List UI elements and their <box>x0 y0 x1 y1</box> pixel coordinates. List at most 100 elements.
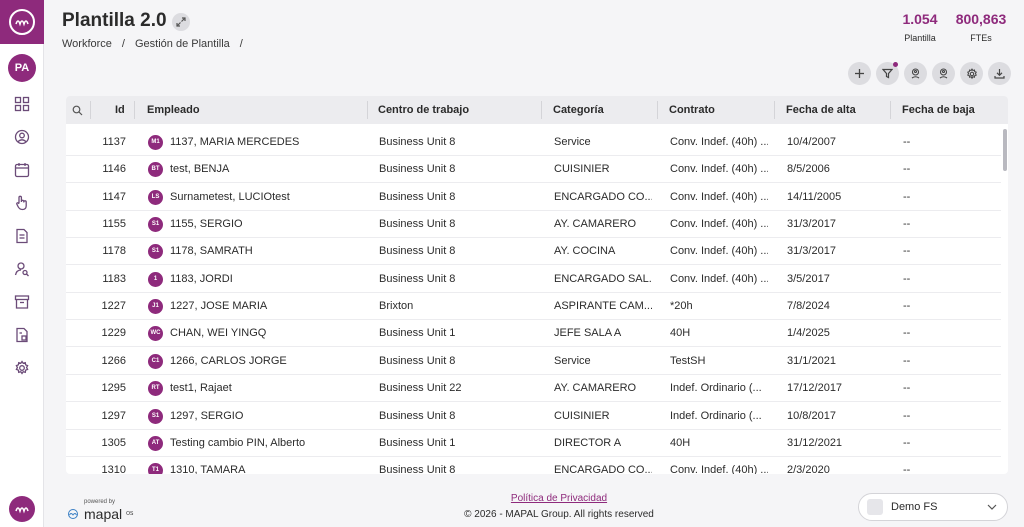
cell-centro: Brixton <box>379 300 414 313</box>
document-icon[interactable] <box>12 226 32 246</box>
table-row[interactable]: T1 1310 1310, TAMARA Business Unit 8 ENCARGA… <box>66 457 1001 474</box>
table-row[interactable]: C1 1266 1266, CARLOS JORGE Business Unit 8 S… <box>66 348 1001 375</box>
breadcrumb-workforce[interactable]: Workforce <box>62 38 112 50</box>
cell-empleado: 1297, SERGIO <box>170 409 244 422</box>
cell-contrato: TestSH <box>670 354 706 367</box>
cell-fecha-alta: 31/12/2021 <box>787 436 843 449</box>
table-scrollbar[interactable] <box>1003 129 1007 171</box>
user-circle-icon[interactable] <box>12 127 32 147</box>
cell-fecha-baja: -- <box>903 163 911 176</box>
cell-categoria: ENCARGADO CO... <box>554 190 652 203</box>
location-person-alt-icon <box>939 68 948 79</box>
location-person-button[interactable] <box>904 62 927 85</box>
add-button[interactable] <box>848 62 871 85</box>
column-separator <box>774 101 775 119</box>
cell-empleado: test1, Rajaet <box>170 382 232 395</box>
cell-contrato: *20h <box>670 300 693 313</box>
employee-avatar: AT <box>148 435 163 451</box>
cell-fecha-alta: 17/12/2017 <box>787 382 843 395</box>
column-header-centro[interactable]: Centro de trabajo <box>378 96 469 124</box>
location-person-alt-button[interactable] <box>932 62 955 85</box>
breadcrumb-gestion[interactable]: Gestión de Plantilla <box>135 38 230 50</box>
table-row[interactable]: LS 1147 Surnametest, LUCIOtest Business Uni… <box>66 184 1001 211</box>
cell-centro: Business Unit 22 <box>379 382 462 395</box>
cell-id: 1183 <box>102 272 126 285</box>
settings-icon[interactable] <box>12 358 32 378</box>
dashboard-icon[interactable] <box>12 94 32 114</box>
stat-plantilla-label: Plantilla <box>904 33 936 43</box>
cell-empleado: Testing cambio PIN, Alberto <box>170 436 306 449</box>
employee-avatar: M1 <box>148 135 163 150</box>
search-icon[interactable] <box>72 97 83 125</box>
column-separator <box>890 101 891 119</box>
column-header-contrato[interactable]: Contrato <box>669 96 715 124</box>
add-icon <box>855 69 864 78</box>
table-row[interactable]: M1 1137 1137, MARIA MERCEDES Business Unit … <box>66 129 1001 156</box>
cell-fecha-alta: 31/3/2017 <box>787 245 836 258</box>
table-row[interactable]: 1 1183 1183, JORDI Business Unit 8 ENCARGADO… <box>66 266 1001 293</box>
cell-fecha-baja: -- <box>903 272 911 285</box>
table-row[interactable]: WC 1229 CHAN, WEI YINGQ Business Unit 1 JEFE… <box>66 320 1001 348</box>
employees-table: Id Empleado Centro de trabajo Categoría … <box>66 96 1008 474</box>
cell-empleado: 1266, CARLOS JORGE <box>170 354 287 367</box>
calendar-icon[interactable] <box>12 160 32 180</box>
cell-contrato: Conv. Indef. (40h) ... <box>670 136 768 148</box>
stat-plantilla: 1.054 Plantilla <box>900 11 940 43</box>
table-row[interactable]: S1 1178 1178, SAMRATH Business Unit 8 AY. CO… <box>66 238 1001 266</box>
company-select[interactable]: Demo FS <box>858 493 1008 521</box>
column-separator <box>367 101 368 119</box>
table-row[interactable]: J1 1227 1227, JOSE MARIA Brixton ASPIRANTE C… <box>66 293 1001 321</box>
location-person-icon <box>911 68 920 79</box>
cell-contrato: Conv. Indef. (40h) ... <box>670 163 768 176</box>
column-header-empleado[interactable]: Empleado <box>147 96 200 124</box>
avatar[interactable]: PA <box>8 54 36 82</box>
cell-fecha-alta: 10/8/2017 <box>787 409 836 422</box>
column-separator <box>134 101 135 119</box>
cell-fecha-baja: -- <box>903 136 911 148</box>
toolbar <box>848 62 1011 85</box>
report-icon[interactable] <box>12 325 32 345</box>
table-header: Id Empleado Centro de trabajo Categoría … <box>66 96 1008 124</box>
table-row[interactable]: RT 1295 test1, Rajaet Business Unit 22 AY. C… <box>66 375 1001 403</box>
archive-icon[interactable] <box>12 292 32 312</box>
stat-ftes: 800,863 FTEs <box>951 11 1011 43</box>
cell-id: 1305 <box>101 436 126 449</box>
download-icon <box>994 69 1005 79</box>
cell-contrato: Indef. Ordinario (... <box>670 382 762 395</box>
app-logo[interactable] <box>0 0 44 44</box>
cell-fecha-alta: 7/8/2024 <box>787 300 830 313</box>
table-row[interactable]: AT 1305 Testing cambio PIN, Alberto Busines… <box>66 430 1001 457</box>
company-name: Demo FS <box>891 501 938 513</box>
column-header-fecha-baja[interactable]: Fecha de baja <box>902 96 975 124</box>
cell-id: 1227 <box>101 300 126 313</box>
table-row[interactable]: S1 1297 1297, SERGIO Business Unit 8 CUISINI… <box>66 403 1001 430</box>
stat-plantilla-value: 1.054 <box>902 11 938 27</box>
table-row[interactable]: BT 1146 test, BENJA Business Unit 8 CUISINIE… <box>66 156 1001 184</box>
cell-fecha-baja: -- <box>903 218 911 231</box>
filter-button[interactable] <box>876 62 899 85</box>
cell-id: 1147 <box>102 190 126 203</box>
column-header-id[interactable]: Id <box>115 96 125 124</box>
column-separator <box>90 101 91 119</box>
cell-empleado: 1137, MARIA MERCEDES <box>170 136 300 148</box>
download-button[interactable] <box>988 62 1011 85</box>
expand-button[interactable] <box>172 13 190 31</box>
cell-fecha-baja: -- <box>903 382 911 395</box>
cell-categoria: ENCARGADO SAL... <box>554 272 652 285</box>
cell-categoria: CUISINIER <box>554 163 610 176</box>
cell-categoria: CUISINIER <box>554 409 610 422</box>
user-search-icon[interactable] <box>12 259 32 279</box>
column-header-categoria[interactable]: Categoría <box>553 96 604 124</box>
cell-id: 1310 <box>101 464 126 474</box>
column-header-fecha-alta[interactable]: Fecha de alta <box>786 96 856 124</box>
hand-pointer-icon[interactable] <box>12 193 32 213</box>
table-row[interactable]: S1 1155 1155, SERGIO Business Unit 8 AY. CAM… <box>66 211 1001 239</box>
settings-button[interactable] <box>960 62 983 85</box>
cell-categoria: ENCARGADO CO... <box>554 464 652 474</box>
filter-icon <box>882 68 893 79</box>
employee-avatar: BT <box>148 162 163 178</box>
cell-id: 1297 <box>101 409 126 422</box>
employee-avatar: S1 <box>148 244 163 260</box>
employee-avatar: J1 <box>148 299 163 315</box>
cell-contrato: Conv. Indef. (40h) ... <box>670 190 768 203</box>
